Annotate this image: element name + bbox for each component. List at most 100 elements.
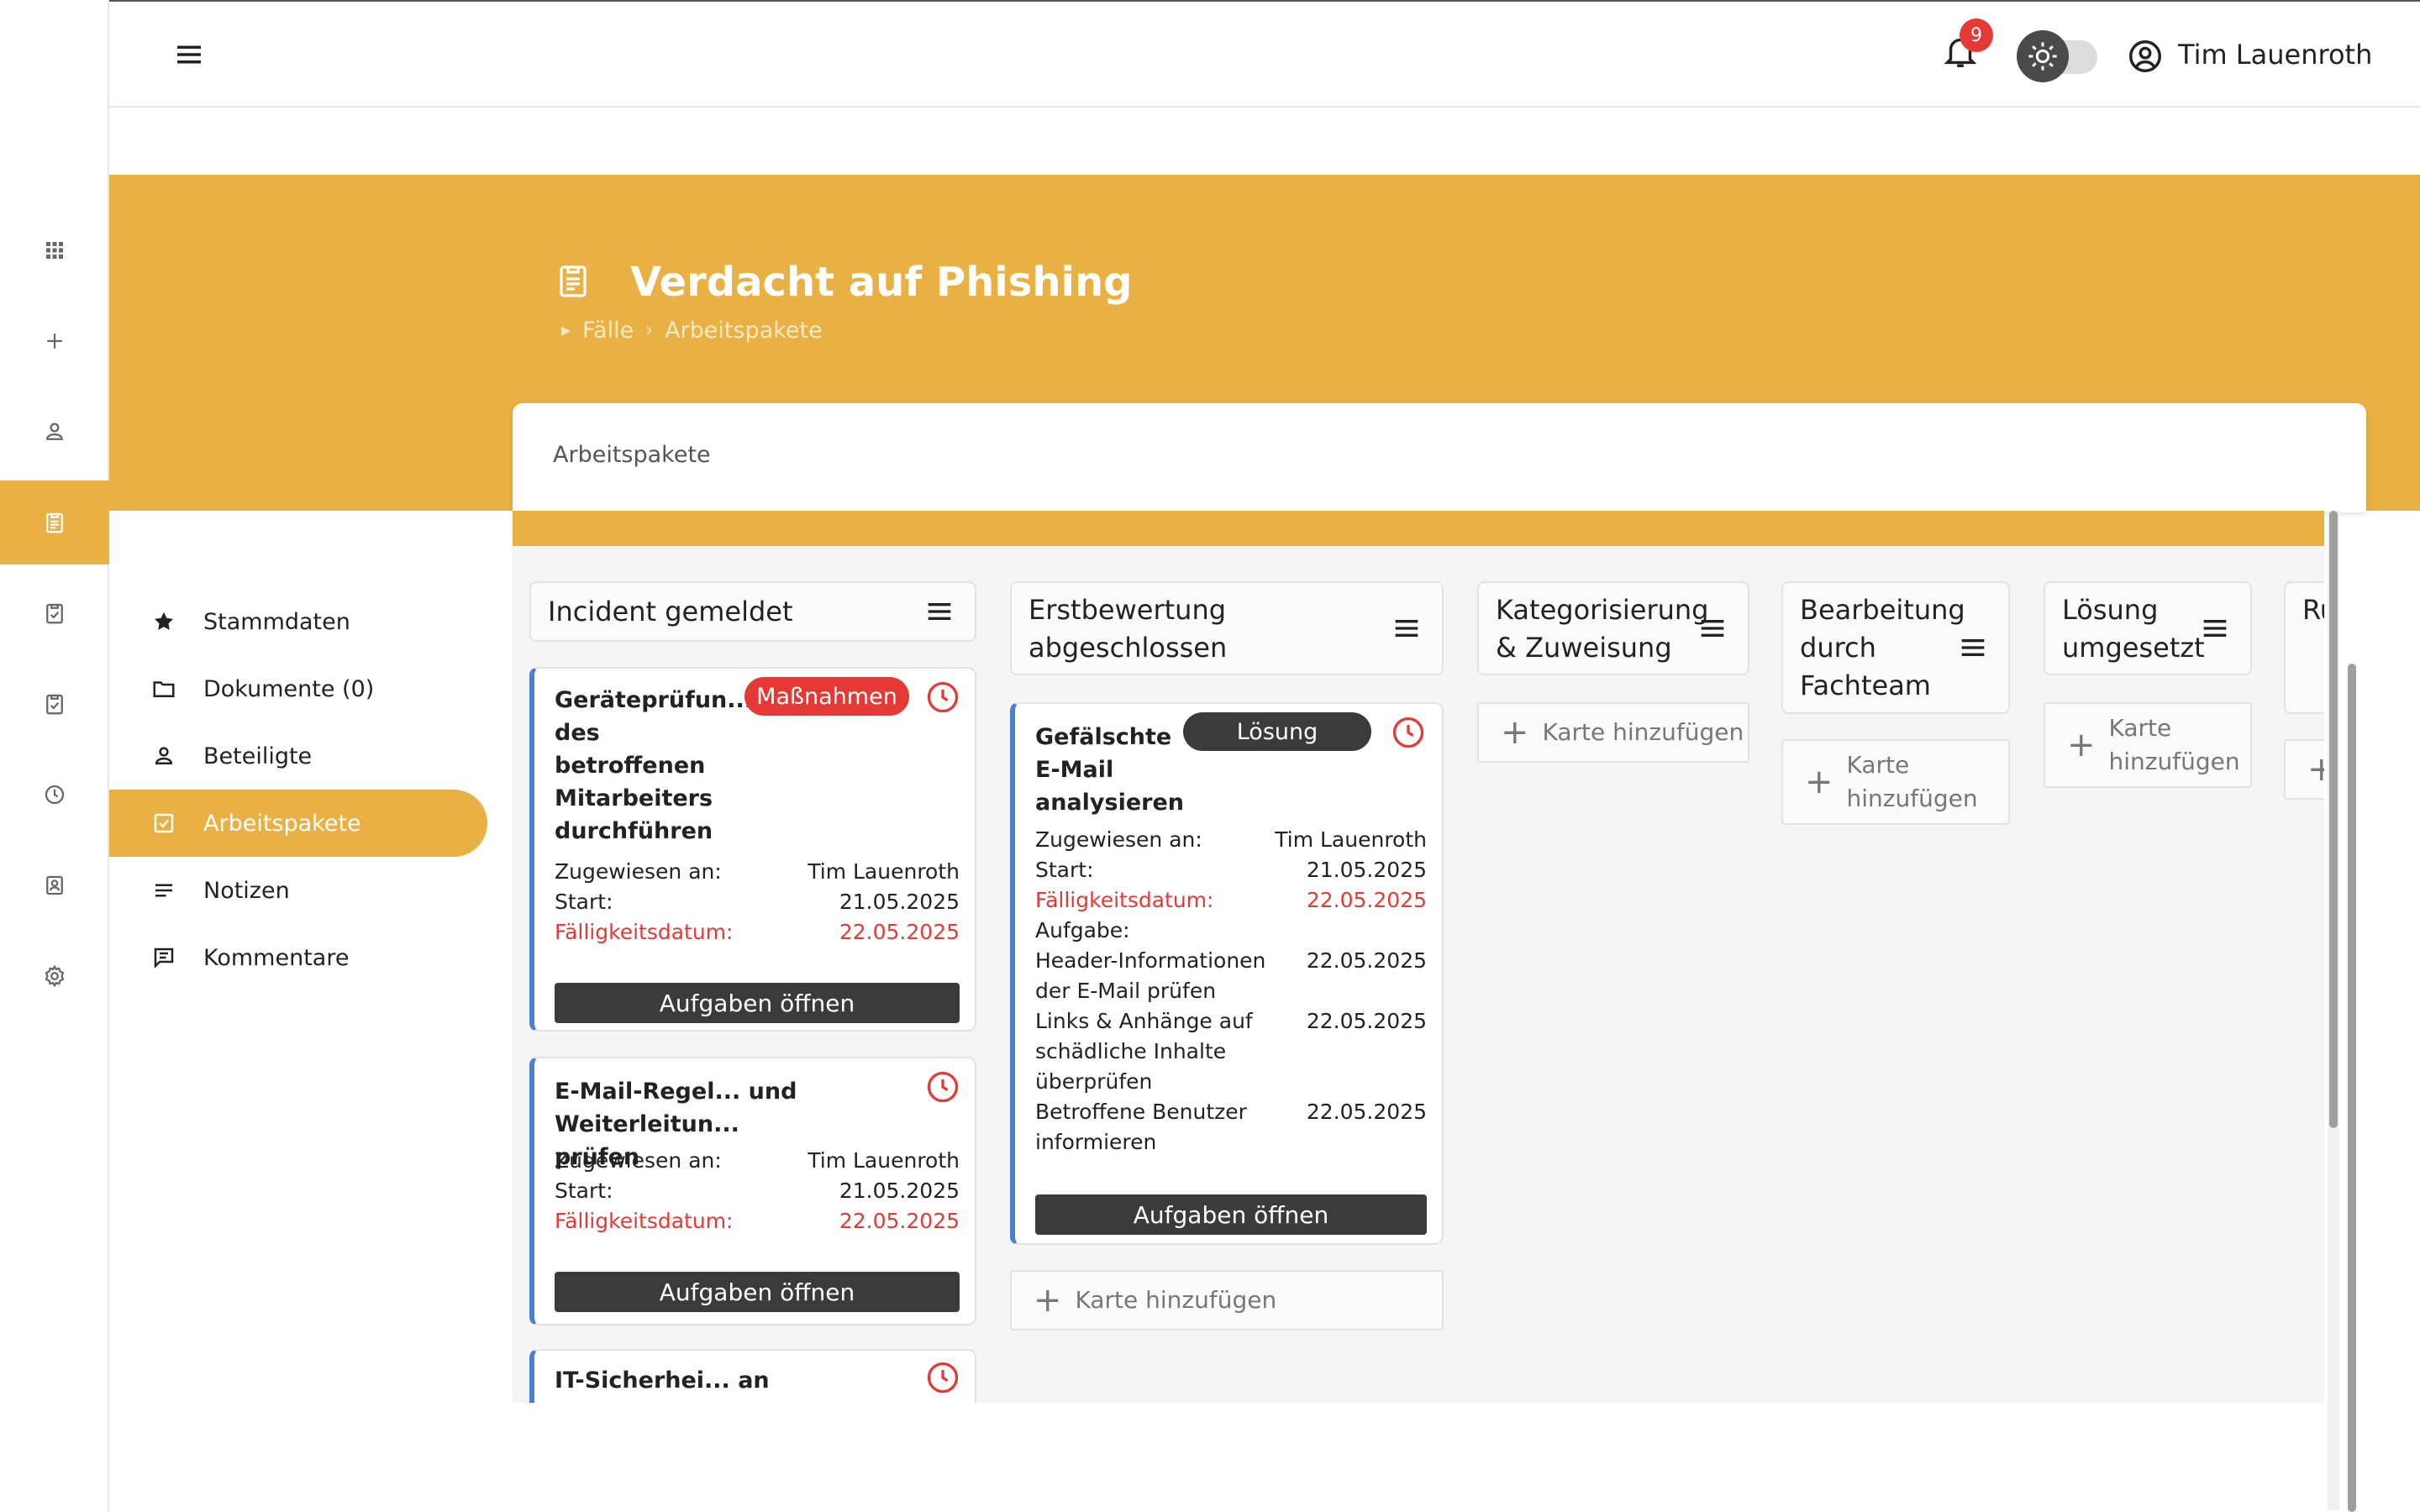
rail-cases[interactable] [0,480,109,564]
clock-icon [1390,714,1427,751]
column-menu-button[interactable] [1390,612,1423,645]
column-menu-button[interactable] [2198,612,2232,645]
task-card[interactable]: Gefälschte E-Mail analysieren Lösung Zug… [1010,702,1444,1245]
open-tasks-button[interactable]: Aufgaben öffnen [1035,1194,1427,1235]
subtask-row: Header-Informationen der E-Mail prüfen 22… [1035,948,1427,1003]
rail-settings[interactable] [0,934,109,1018]
add-card-button[interactable]: + Karte hinzufügen [2044,702,2252,788]
workpackages-card-header: Arbeitspakete [513,403,2366,512]
notification-count-badge: 9 [1960,18,1993,52]
sidenav-item-arbeitspakete[interactable]: Arbeitspakete [109,790,487,857]
card-header-label: Arbeitspakete [553,442,711,468]
add-card-label: Karte hinzufügen [2108,714,2240,775]
card-accent-strip [513,511,2324,546]
add-card-button[interactable]: + Karte hinzufügen [1781,739,2010,825]
task-subtasks-label: Aufgabe: [1035,918,1130,942]
column-header-bearbeitung[interactable]: Bearbeitung durch Fachteam [1781,581,2010,714]
task-due-row: Fälligkeitsdatum: 22.05.2025 [555,1209,960,1233]
rail-tasks[interactable] [0,571,109,655]
column-title: Incident gemeldet [548,596,793,627]
clock-icon [924,1068,961,1105]
column-menu-button[interactable] [1956,631,1990,664]
comment-icon [150,943,178,972]
task-card[interactable]: Geräteprüfun... des betroffenen Mitarbei… [529,667,976,1032]
contact-icon [46,875,63,895]
rail-apps[interactable] [0,208,109,292]
folder-icon [150,675,178,703]
gear-icon [45,964,65,988]
column-header-erstbewertung[interactable]: Erstbewertung abgeschlossen [1010,581,1444,675]
breadcrumb-item-cases[interactable]: Fälle [582,318,634,344]
page-title: Verdacht auf Phishing [630,259,1133,306]
clipboard-icon [46,512,63,533]
notes-icon [150,876,178,905]
hamburger-icon [1961,639,1985,656]
icon-rail [0,0,109,1512]
column-header-incident-gemeldet[interactable]: Incident gemeldet [529,581,976,642]
task-card[interactable]: IT-Sicherhei... an [529,1349,976,1403]
add-card-button[interactable]: + Karte hinzufügen [1477,702,1749,763]
task-assignee-row: Zugewiesen an: Tim Lauenroth [1035,827,1427,852]
rail-contacts[interactable] [0,843,109,927]
subtask-row: Links & Anhänge auf schädliche Inhalte ü… [1035,1009,1427,1094]
apps-icon [46,242,63,259]
task-badge: Lösung [1183,712,1371,751]
star-icon [150,607,178,636]
app-bar: 9 Tim Lauenroth [109,2,2420,108]
plus-icon: + [2067,726,2096,764]
plus-icon [47,333,62,349]
theme-toggle-knob[interactable] [2017,30,2069,82]
rail-tasks-2[interactable] [0,662,109,746]
user-name[interactable]: Tim Lauenroth [2178,39,2372,71]
add-card-button[interactable]: + Karte hinzufügen [1010,1270,1444,1331]
person-icon [150,742,178,770]
sidenav-item-beteiligte[interactable]: Beteiligte [109,722,487,790]
task-start-row: Start: 21.05.2025 [555,1179,960,1203]
rail-history[interactable] [0,753,109,837]
sidenav-item-notizen[interactable]: Notizen [109,857,487,924]
checkbox-icon [150,809,178,837]
task-card[interactable]: E-Mail-Regel... und Weiterleitun... prüf… [529,1057,976,1326]
column-menu-button[interactable] [1696,612,1729,645]
column-title: Lösung umgesetzt [2062,594,2205,664]
breadcrumb-item-workpackages[interactable]: Arbeitspakete [665,318,823,344]
checklist-icon [46,603,63,624]
task-badge: Maßnahmen [744,677,909,716]
plus-icon: + [1805,763,1833,801]
column-header-kategorisierung[interactable]: Kategorisierung & Zuweisung [1477,581,1749,675]
sidenav-item-dokumente[interactable]: Dokumente (0) [109,655,487,722]
column-header-loesung[interactable]: Lösung umgesetzt [2044,581,2252,675]
task-title: Gefälschte E-Mail analysieren [1035,724,1185,816]
board-scrollbar-thumb[interactable] [2329,511,2338,1128]
hamburger-icon [928,603,951,620]
plus-icon: + [2307,750,2324,789]
sidenav-label: Stammdaten [203,608,350,635]
hamburger-icon [2203,620,2227,637]
plus-icon: + [1501,713,1529,752]
task-start-row: Start: 21.05.2025 [1035,858,1427,882]
case-side-nav: Stammdaten Dokumente (0) Beteiligte Arbe… [109,588,487,991]
menu-button[interactable] [168,34,210,76]
rail-add[interactable] [0,299,109,383]
subtask-row: Betroffene Benutzer informieren 22.05.202… [1035,1100,1427,1154]
hamburger-icon [177,45,201,64]
task-title: Geräteprüfun... des betroffenen Mitarbei… [555,687,754,844]
rail-persons[interactable] [0,390,109,474]
open-tasks-button[interactable]: Aufgaben öffnen [555,1272,960,1312]
clipboard-icon [553,260,595,302]
sidenav-label: Arbeitspakete [203,810,361,837]
clock-icon [924,679,961,716]
sidenav-item-kommentare[interactable]: Kommentare [109,924,487,991]
user-account-button[interactable] [2126,37,2165,76]
sidenav-label: Kommentare [203,944,350,971]
task-assignee-row: Zugewiesen an: Tim Lauenroth [555,1148,960,1173]
add-card-button[interactable]: + [2284,739,2324,800]
sidenav-label: Notizen [203,877,290,904]
column-header-partial[interactable]: Ru & Do [2284,581,2324,714]
page-scrollbar-thumb[interactable] [2348,664,2356,1512]
column-menu-button[interactable] [923,595,956,628]
sidenav-item-stammdaten[interactable]: Stammdaten [109,588,487,655]
task-due-row: Fälligkeitsdatum: 22.05.2025 [1035,888,1427,912]
add-card-label: Karte hinzufügen [1542,718,1744,746]
open-tasks-button[interactable]: Aufgaben öffnen [555,983,960,1023]
